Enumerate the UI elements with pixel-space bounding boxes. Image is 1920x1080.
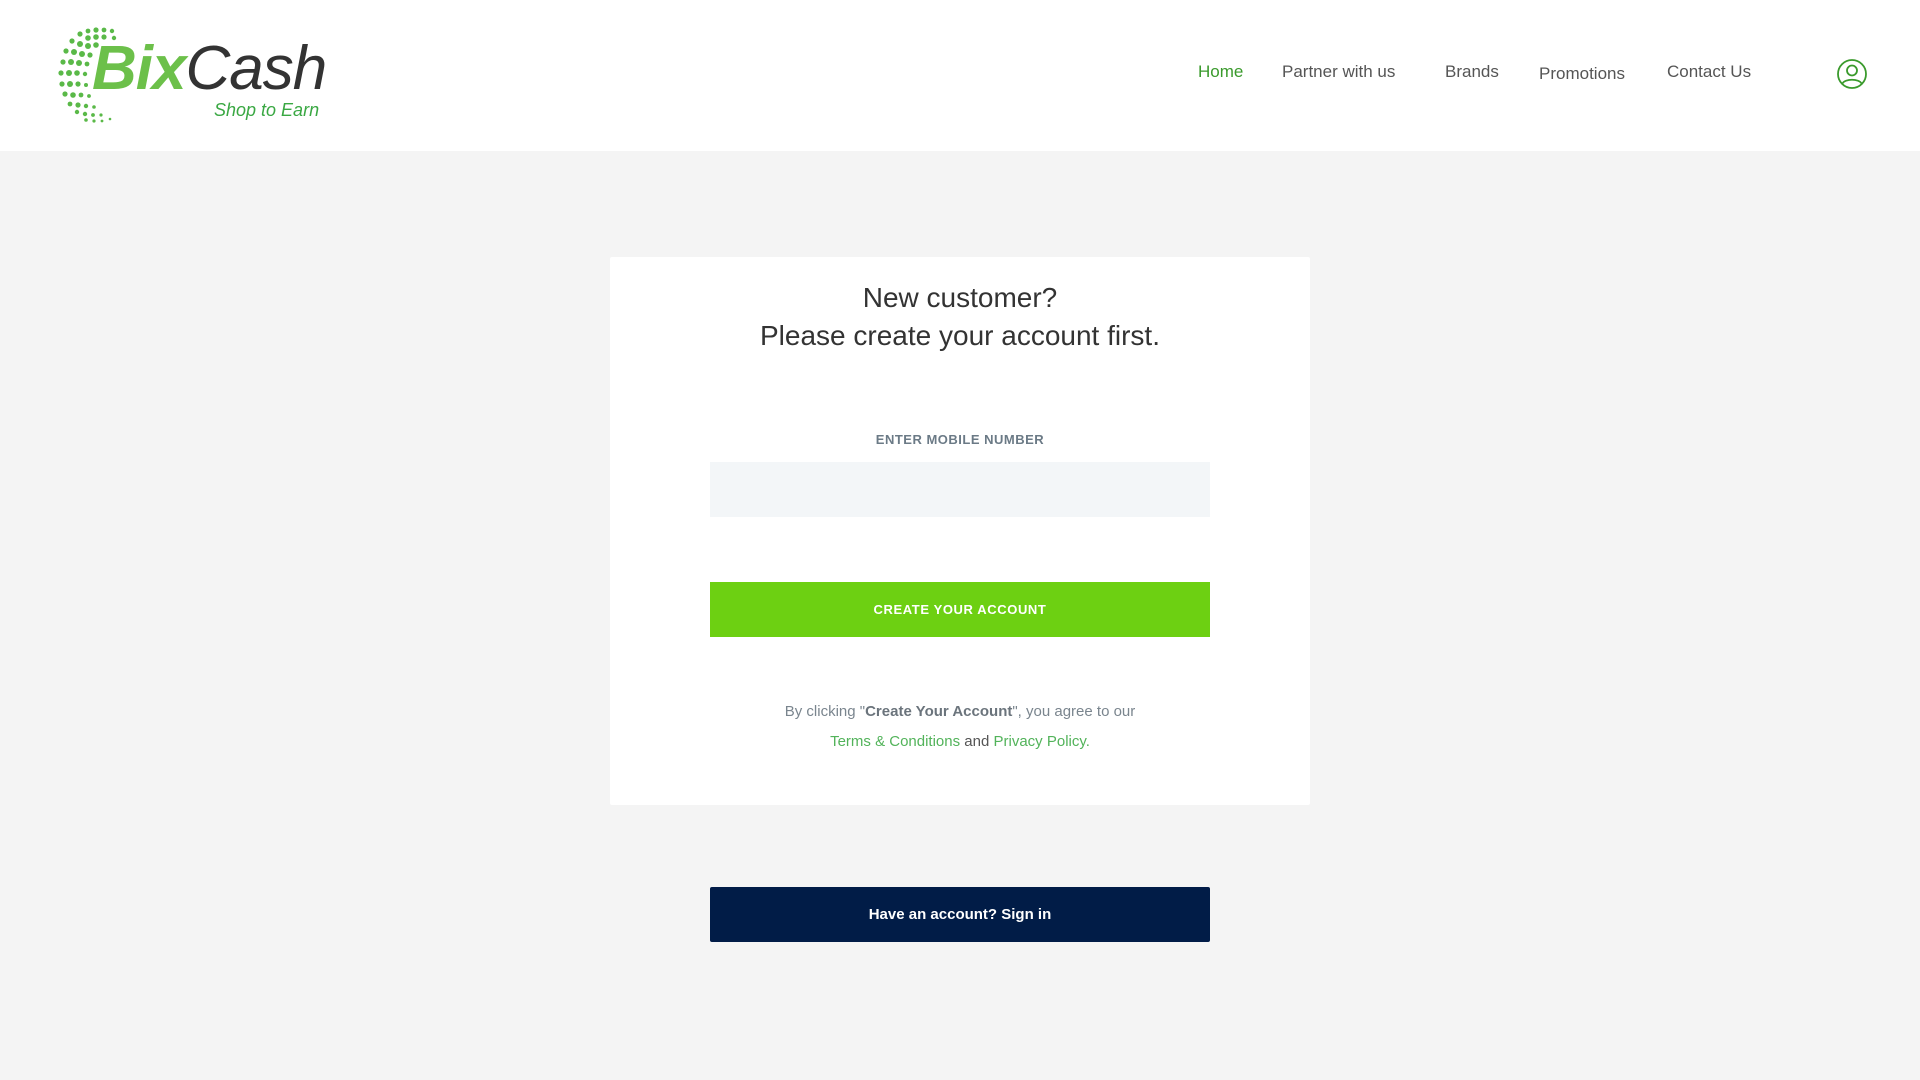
nav-item-home[interactable]: Home <box>1198 62 1243 82</box>
signup-title-line2: Please create your account first. <box>760 320 1160 351</box>
mobile-number-label: ENTER MOBILE NUMBER <box>875 432 1045 447</box>
legal-suffix: ", you agree to our <box>1012 703 1136 720</box>
nav-item-contact[interactable]: Contact Us <box>1667 62 1751 82</box>
signup-title-line1: New customer? <box>862 282 1058 313</box>
mobile-number-input[interactable] <box>710 462 1210 517</box>
nav-item-brands[interactable]: Brands <box>1445 62 1499 82</box>
nav-item-promotions[interactable]: Promotions <box>1539 64 1625 84</box>
user-circle-icon <box>1837 59 1867 89</box>
signup-title: New customer? Please create your account… <box>610 279 1310 355</box>
legal-and: and <box>964 733 990 750</box>
main-nav: Home Partner with us Brands Promotions C… <box>0 62 1920 92</box>
user-account-button[interactable] <box>1836 58 1868 90</box>
nav-item-partner[interactable]: Partner with us <box>1282 62 1395 82</box>
legal-bold: Create Your Account <box>865 703 1013 720</box>
legal-period: . <box>1085 733 1090 750</box>
legal-notice: By clicking "Create Your Account", you a… <box>610 697 1310 757</box>
terms-link[interactable]: Terms & Conditions <box>830 733 960 750</box>
legal-prefix: By clicking " <box>784 703 866 720</box>
site-header: BixCash Shop to Earn Home Partner with u… <box>0 0 1920 151</box>
create-account-button[interactable]: CREATE YOUR ACCOUNT <box>710 582 1210 637</box>
legal-line2: Terms & Conditions and Privacy Policy. <box>610 727 1310 757</box>
signup-card: New customer? Please create your account… <box>610 257 1310 805</box>
sign-in-button[interactable]: Have an account? Sign in <box>710 887 1210 942</box>
privacy-link[interactable]: Privacy Policy <box>994 733 1086 750</box>
legal-line1: By clicking "Create Your Account", you a… <box>610 697 1310 727</box>
logo-tagline: Shop to Earn <box>214 100 320 120</box>
